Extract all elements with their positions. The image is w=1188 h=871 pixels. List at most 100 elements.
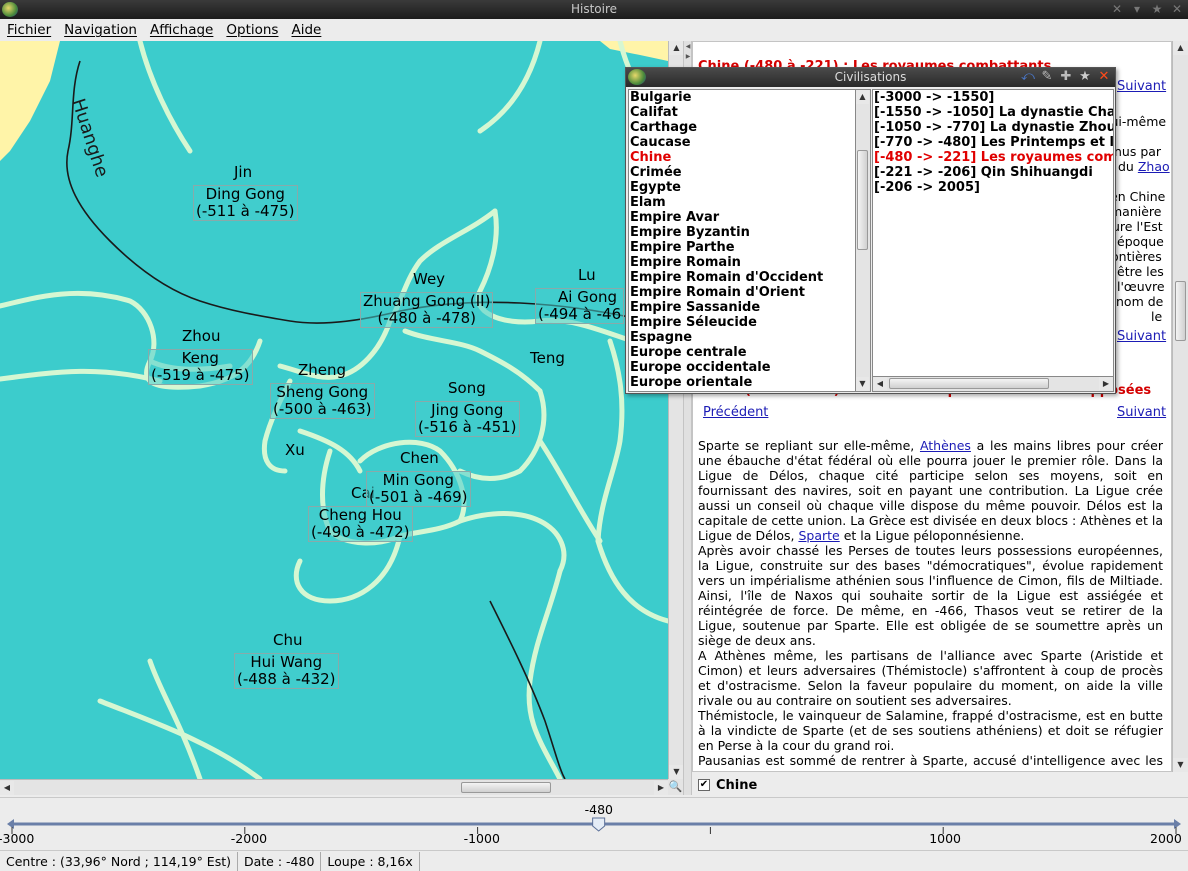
map-label-zhuang-gong[interactable]: Zhuang Gong (II) (-480 à -478) bbox=[360, 292, 494, 328]
shade-icon[interactable]: ✕ bbox=[1110, 2, 1124, 16]
civilisation-item[interactable]: Caucase bbox=[629, 135, 855, 150]
scroll-up-icon[interactable]: ▲ bbox=[1173, 41, 1188, 55]
menu-navigation[interactable]: Navigation bbox=[64, 22, 137, 38]
civilisation-item[interactable]: Chine bbox=[629, 150, 855, 165]
period-list-thumb[interactable] bbox=[889, 378, 1049, 389]
map-label-jing-gong[interactable]: Jing Gong (-516 à -451) bbox=[415, 401, 520, 437]
map-label-hui-wang[interactable]: Hui Wang (-488 à -432) bbox=[234, 653, 339, 689]
window-title: Histoire bbox=[570, 2, 618, 16]
text-fragment: époque bbox=[1117, 234, 1164, 249]
map-horizontal-scrollbar[interactable]: ◀ ▶ bbox=[0, 779, 668, 795]
chine-checkbox-label[interactable]: Chine bbox=[716, 778, 757, 793]
zhao-link[interactable]: Zhao bbox=[1138, 159, 1170, 174]
close-icon[interactable]: ✕ bbox=[1096, 69, 1112, 85]
map-hscroll-thumb[interactable] bbox=[461, 782, 551, 793]
civilisation-item[interactable]: Elam bbox=[629, 195, 855, 210]
period-item[interactable]: [-480 -> -221] Les royaumes comba bbox=[873, 150, 1113, 165]
globe-icon bbox=[2, 2, 18, 17]
sparte-link[interactable]: Sparte bbox=[798, 528, 839, 543]
text-fragment: ure l'Est bbox=[1112, 219, 1163, 234]
scroll-down-icon[interactable]: ▼ bbox=[669, 765, 684, 779]
civilisation-item[interactable]: Empire Romain d'Orient bbox=[629, 285, 855, 300]
scroll-right-icon[interactable]: ▶ bbox=[654, 781, 668, 795]
menu-aide[interactable]: Aide bbox=[291, 22, 321, 38]
text-vscroll-thumb[interactable] bbox=[1175, 281, 1186, 341]
map-label-chen: Chen bbox=[400, 449, 439, 467]
star-icon[interactable]: ★ bbox=[1077, 69, 1093, 85]
civilisation-item[interactable]: Carthage bbox=[629, 120, 855, 135]
map-label-min-gong[interactable]: Min Gong (-501 à -469) bbox=[366, 471, 471, 507]
next-link-top[interactable]: Suivant bbox=[1117, 79, 1166, 94]
shade-icon[interactable]: ⤺ bbox=[1020, 69, 1036, 85]
civilisation-item[interactable]: Empire Avar bbox=[629, 210, 855, 225]
period-list[interactable]: [-3000 -> -1550] [-1550 -> -1050] La dyna… bbox=[872, 89, 1114, 377]
civilisation-item[interactable]: Califat bbox=[629, 105, 855, 120]
period-item[interactable]: [-770 -> -480] Les Printemps et les bbox=[873, 135, 1113, 150]
civilisation-item[interactable]: Empire Sassanide bbox=[629, 300, 855, 315]
pin-icon[interactable]: ✎ bbox=[1039, 69, 1055, 85]
civilisation-item[interactable]: Espagne bbox=[629, 330, 855, 345]
chine-checkbox[interactable]: ✔ bbox=[698, 779, 710, 791]
splitter-left-arrow-icon[interactable]: ◀ bbox=[685, 43, 691, 50]
civilisation-item[interactable]: Bulgarie bbox=[629, 90, 855, 105]
scroll-left-icon[interactable]: ◀ bbox=[0, 781, 14, 795]
civilisation-list-scrollbar[interactable]: ▲ ▼ bbox=[856, 89, 871, 392]
scroll-up-icon[interactable]: ▲ bbox=[669, 41, 684, 55]
zoom-magnifier-icon[interactable]: 🔍 bbox=[668, 779, 683, 795]
period-item[interactable]: [-1050 -> -770] La dynastie Zhou o bbox=[873, 120, 1113, 135]
previous-link[interactable]: Précédent bbox=[703, 405, 768, 420]
map-label-ding-gong[interactable]: Ding Gong (-511 à -475) bbox=[193, 185, 298, 221]
map-label-ai-gong[interactable]: Ai Gong (-494 à -46 bbox=[535, 288, 625, 324]
scroll-left-icon[interactable]: ◀ bbox=[873, 377, 887, 390]
civilisation-list-thumb[interactable] bbox=[857, 150, 868, 250]
menu-options[interactable]: Options bbox=[226, 22, 278, 38]
map-label-cheng-hou[interactable]: Cheng Hou (-490 à -472) bbox=[308, 506, 413, 542]
next-link-chine[interactable]: Suivant bbox=[1117, 329, 1166, 344]
maximize-icon[interactable]: ✚ bbox=[1058, 69, 1074, 85]
text-fragment: nus par bbox=[1114, 144, 1162, 159]
window-controls: ✕ ▾ ★ ✕ bbox=[1110, 2, 1184, 16]
period-item[interactable]: [-206 -> 2005] bbox=[873, 180, 1113, 195]
athenes-link[interactable]: Athènes bbox=[920, 438, 971, 453]
civilisation-item[interactable]: Europe occidentale bbox=[629, 360, 855, 375]
map-view[interactable]: Huanghe Jin Ding Gong (-511 à -475) Wey Z… bbox=[0, 41, 668, 779]
civilisation-item[interactable]: Empire Romain d'Occident bbox=[629, 270, 855, 285]
menu-affichage[interactable]: Affichage bbox=[150, 22, 213, 38]
civilisation-item[interactable]: Egypte bbox=[629, 180, 855, 195]
period-item[interactable]: [-1550 -> -1050] La dynastie Chang bbox=[873, 105, 1113, 120]
civilisation-item[interactable]: Empire Parthe bbox=[629, 240, 855, 255]
scroll-down-icon[interactable]: ▼ bbox=[856, 377, 869, 391]
civilisation-item[interactable]: Europe centrale bbox=[629, 345, 855, 360]
map-label-teng: Teng bbox=[530, 349, 565, 367]
text-fragment: en Chine bbox=[1110, 189, 1166, 204]
civilisation-item[interactable]: Europe orientale bbox=[629, 375, 855, 390]
map-label-sheng-gong[interactable]: Sheng Gong (-500 à -463) bbox=[270, 383, 375, 419]
timeline-thumb[interactable] bbox=[592, 817, 606, 832]
scroll-up-icon[interactable]: ▲ bbox=[856, 90, 869, 104]
dialog-titlebar[interactable]: Civilisations ⤺ ✎ ✚ ★ ✕ bbox=[626, 68, 1115, 87]
minimize-icon[interactable]: ▾ bbox=[1130, 2, 1144, 16]
map-label-xu: Xu bbox=[285, 441, 305, 459]
close-icon[interactable]: ✕ bbox=[1170, 2, 1184, 16]
civilisation-item[interactable]: Empire Byzantin bbox=[629, 225, 855, 240]
civilisation-list[interactable]: Bulgarie Califat Carthage Caucase Chine Crimé… bbox=[628, 89, 856, 392]
civilisation-item[interactable]: Empire Séleucide bbox=[629, 315, 855, 330]
timeline-right-arrow-icon bbox=[1174, 819, 1181, 829]
map-label-keng[interactable]: Keng (-519 à -475) bbox=[148, 349, 253, 385]
civilisation-item[interactable]: Empire Romain bbox=[629, 255, 855, 270]
period-list-scrollbar[interactable]: ◀ ▶ bbox=[872, 377, 1114, 392]
scroll-right-icon[interactable]: ▶ bbox=[1099, 377, 1113, 390]
article-body: Sparte se repliant sur elle-même, Athène… bbox=[698, 438, 1163, 771]
next-link-grece[interactable]: Suivant bbox=[1117, 405, 1166, 420]
civilisation-item[interactable]: Crimée bbox=[629, 165, 855, 180]
splitter-right-arrow-icon[interactable]: ▶ bbox=[685, 53, 691, 60]
period-item[interactable]: [-221 -> -206] Qin Shihuangdi bbox=[873, 165, 1113, 180]
timeline-slider[interactable]: -480 -3000 -2000 -1000 1000 2000 bbox=[0, 797, 1188, 850]
text-fragment: nom de bbox=[1116, 294, 1164, 309]
text-fragment: ontières bbox=[1111, 249, 1162, 264]
text-vertical-scrollbar[interactable]: ▲ ▼ bbox=[1172, 41, 1188, 772]
scroll-down-icon[interactable]: ▼ bbox=[1173, 758, 1188, 772]
menu-fichier[interactable]: Fichier bbox=[7, 22, 51, 38]
period-item[interactable]: [-3000 -> -1550] bbox=[873, 90, 1113, 105]
star-icon[interactable]: ★ bbox=[1150, 2, 1164, 16]
